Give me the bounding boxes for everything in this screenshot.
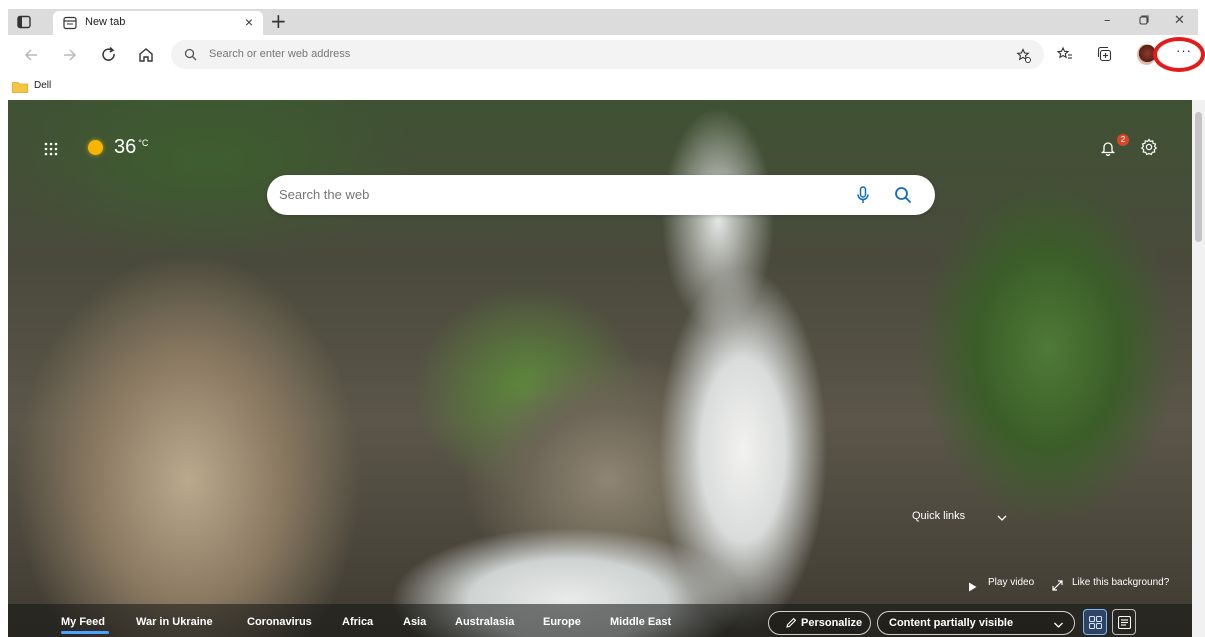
restore-button[interactable] bbox=[1138, 14, 1150, 31]
address-bar[interactable]: Search or enter web address bbox=[171, 40, 1044, 69]
sun-icon[interactable] bbox=[88, 140, 103, 155]
collections-icon[interactable] bbox=[1097, 46, 1113, 62]
personalize-label: Personalize bbox=[801, 617, 863, 629]
minimize-button[interactable]: – bbox=[1104, 13, 1111, 29]
grid-view-button[interactable] bbox=[1083, 609, 1107, 635]
tab-title: New tab bbox=[85, 16, 126, 28]
new-tab-page-icon bbox=[63, 16, 77, 30]
temperature-unit: °C bbox=[138, 138, 149, 148]
expand-arrows-icon bbox=[1052, 578, 1063, 591]
page-scrollbar[interactable] bbox=[1192, 100, 1205, 637]
play-video-label: Play video bbox=[988, 577, 1035, 588]
content-visibility-label: Content partially visible bbox=[889, 617, 1014, 629]
add-favorite-icon[interactable] bbox=[1016, 48, 1031, 63]
content-visibility-dropdown[interactable]: Content partially visible bbox=[877, 611, 1075, 635]
feed-tab-europe[interactable]: Europe bbox=[543, 616, 581, 628]
notification-bell-icon[interactable] bbox=[1100, 140, 1116, 157]
search-icon bbox=[184, 48, 197, 61]
tab-strip: New tab × + – ✕ bbox=[8, 9, 1198, 35]
profile-avatar[interactable] bbox=[1137, 44, 1156, 65]
quick-links-toggle[interactable]: Quick links bbox=[912, 510, 965, 522]
feed-tab-war-in-ukraine[interactable]: War in Ukraine bbox=[136, 616, 213, 628]
feed-tab-africa[interactable]: Africa bbox=[342, 616, 373, 628]
back-arrow-icon[interactable] bbox=[22, 45, 42, 65]
pencil-icon bbox=[785, 617, 797, 629]
feed-tab-middle-east[interactable]: Middle East bbox=[610, 616, 671, 628]
forward-arrow-icon[interactable] bbox=[59, 45, 79, 65]
active-tab-indicator bbox=[61, 631, 109, 634]
feed-tab-australasia[interactable]: Australasia bbox=[455, 616, 514, 628]
new-tab-button[interactable]: + bbox=[270, 10, 287, 32]
app-launcher-icon[interactable] bbox=[43, 141, 59, 157]
settings-and-more-button[interactable]: ··· bbox=[1172, 43, 1196, 65]
refresh-icon[interactable] bbox=[99, 45, 119, 65]
browser-toolbar: Search or enter web address ··· bbox=[8, 35, 1198, 75]
close-tab-icon[interactable]: × bbox=[245, 14, 253, 30]
favorites-icon[interactable] bbox=[1056, 46, 1073, 62]
feed-tab-coronavirus[interactable]: Coronavirus bbox=[247, 616, 312, 628]
scrollbar-thumb[interactable] bbox=[1195, 112, 1202, 242]
temperature-value: 36 bbox=[114, 136, 137, 158]
gear-icon[interactable] bbox=[1140, 138, 1158, 156]
home-icon[interactable] bbox=[136, 45, 156, 65]
favorites-bar: Dell bbox=[8, 75, 1198, 97]
play-icon bbox=[968, 579, 977, 592]
tab-new-tab[interactable]: New tab × bbox=[53, 11, 263, 35]
feed-tab-asia[interactable]: Asia bbox=[403, 616, 426, 628]
grid-icon bbox=[1088, 615, 1103, 634]
feed-tab-my-feed[interactable]: My Feed bbox=[61, 616, 105, 628]
microphone-icon[interactable] bbox=[856, 186, 870, 204]
list-view-button[interactable] bbox=[1112, 609, 1136, 635]
notification-count-badge: 2 bbox=[1117, 134, 1129, 146]
chevron-down-icon[interactable] bbox=[996, 510, 1008, 521]
list-icon bbox=[1117, 615, 1132, 634]
favorite-label: Dell bbox=[34, 80, 52, 91]
tab-actions-icon[interactable] bbox=[16, 14, 32, 30]
web-search-placeholder: Search the web bbox=[279, 187, 370, 202]
chevron-down-icon bbox=[1053, 620, 1064, 628]
like-background-label: Like this background? bbox=[1072, 577, 1170, 588]
search-icon[interactable] bbox=[894, 186, 912, 204]
address-placeholder: Search or enter web address bbox=[209, 48, 351, 60]
folder-icon bbox=[12, 80, 28, 93]
weather-temperature[interactable]: 36 °C bbox=[114, 136, 149, 159]
close-window-button[interactable]: ✕ bbox=[1174, 13, 1185, 29]
personalize-button[interactable]: Personalize bbox=[768, 611, 871, 635]
web-search-box[interactable]: Search the web bbox=[267, 175, 935, 215]
